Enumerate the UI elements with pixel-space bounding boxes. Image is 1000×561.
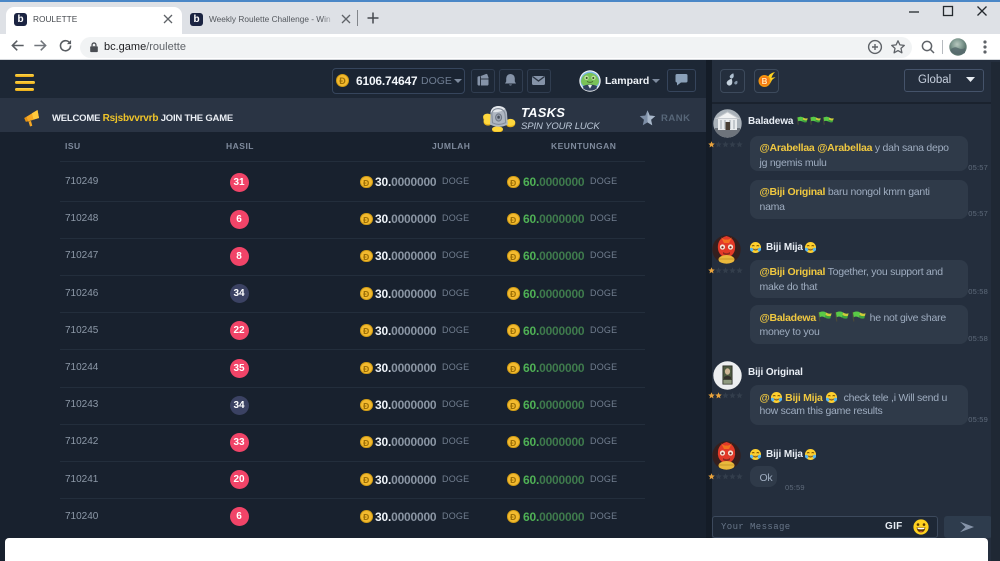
svg-text:B: B: [762, 77, 768, 86]
